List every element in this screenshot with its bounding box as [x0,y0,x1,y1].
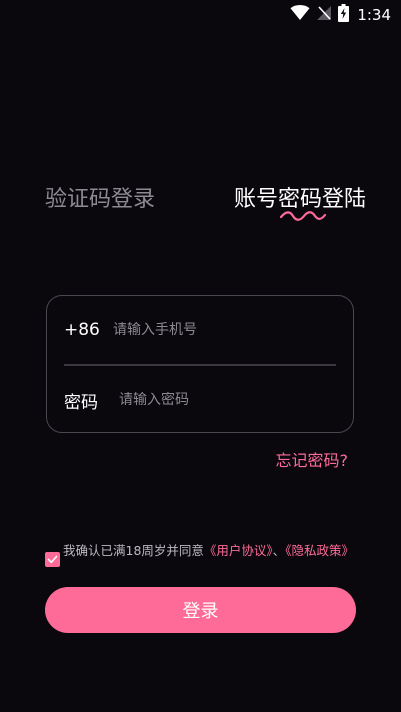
country-code[interactable]: +86 [64,320,113,340]
login-form: +86 密码 [46,295,354,433]
battery-charging-icon [338,4,350,26]
login-button[interactable]: 登录 [45,587,356,633]
tab-sms-login[interactable]: 验证码登录 [45,184,155,216]
check-icon [47,555,58,564]
agreement-separator: 、 [272,543,286,558]
phone-input[interactable] [113,322,336,338]
phone-row: +86 [64,315,336,345]
agreement-text: 我确认已满18周岁并同意《用户协议》、《隐私政策》 [63,542,363,559]
login-tabs: 验证码登录 账号密码登陆 [0,184,401,221]
wifi-icon [290,5,310,25]
agreement: 我确认已满18周岁并同意《用户协议》、《隐私政策》 [45,542,365,567]
status-time: 1:34 [357,6,391,24]
password-row: 密码 [64,385,336,415]
agreement-checkbox[interactable] [45,552,60,567]
no-signal-icon [316,5,332,25]
form-divider [64,364,336,366]
user-agreement-link[interactable]: 《用户协议》 [204,543,273,558]
agreement-prefix: 我确认已满18周岁并同意 [63,543,204,558]
privacy-policy-link[interactable]: 《隐私政策》 [285,543,354,558]
status-icons: 1:34 [290,4,391,26]
password-label: 密码 [64,392,98,413]
password-input[interactable] [119,392,336,408]
status-bar: 1:34 [0,0,401,28]
forgot-password-link[interactable]: 忘记密码? [276,447,349,471]
tab-active-indicator [279,211,327,221]
